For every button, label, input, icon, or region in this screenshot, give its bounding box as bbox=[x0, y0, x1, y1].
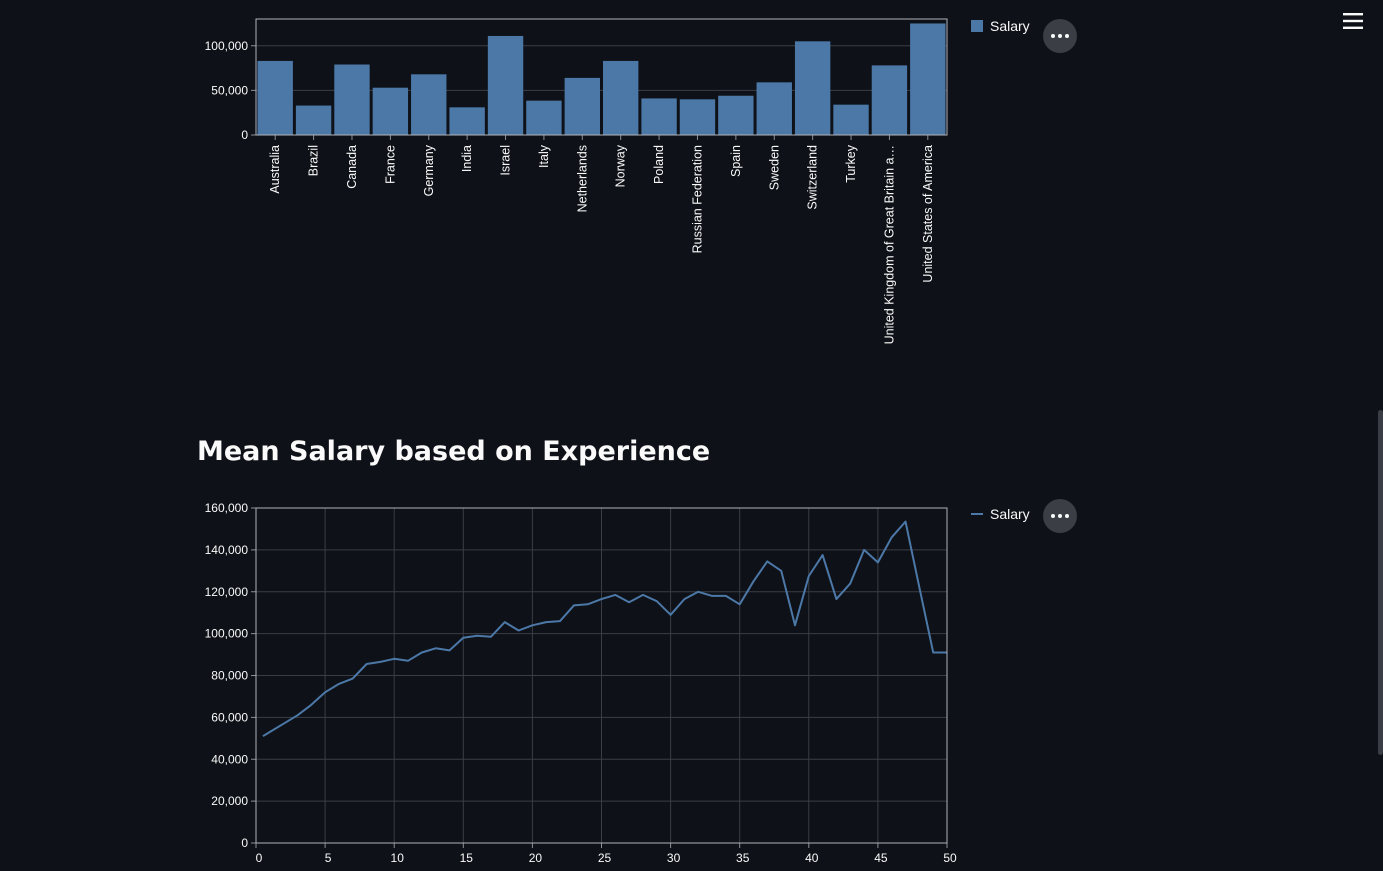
legend-line-swatch bbox=[971, 513, 983, 515]
bar-legend-label: Salary bbox=[990, 18, 1030, 34]
bar bbox=[910, 23, 946, 135]
line-y-tick-label: 80,000 bbox=[211, 669, 248, 683]
more-dot bbox=[1065, 34, 1069, 38]
bar-x-tick-label: United Kingdom of Great Britain a… bbox=[882, 145, 896, 344]
line-x-tick-label: 0 bbox=[256, 851, 263, 865]
bar-x-tick-label: Italy bbox=[537, 144, 551, 168]
line-x-tick-label: 50 bbox=[943, 851, 957, 865]
line-y-tick-label: 20,000 bbox=[211, 794, 248, 808]
bar-x-tick-label: Israel bbox=[499, 145, 513, 176]
line-x-tick-label: 5 bbox=[325, 851, 332, 865]
bar-x-tick-label: Brazil bbox=[307, 145, 321, 176]
bar bbox=[564, 77, 600, 135]
bar bbox=[257, 60, 293, 135]
line-x-tick-label: 45 bbox=[874, 851, 888, 865]
line-chart-heading: Mean Salary based on Experience bbox=[197, 436, 711, 467]
bar-x-tick-label: India bbox=[460, 145, 474, 172]
bar bbox=[833, 104, 869, 135]
line-chart-more-button[interactable] bbox=[1043, 499, 1077, 533]
bar bbox=[372, 87, 409, 135]
app-page: 0 50,000 100,000 Australia Brazil Canada Franc… bbox=[0, 0, 1383, 871]
line-y-tick-label: 0 bbox=[241, 836, 248, 850]
line-y-tick-label: 120,000 bbox=[205, 585, 249, 599]
bar-y-tick-label: 50,000 bbox=[211, 83, 248, 97]
line-x-tick-label: 35 bbox=[736, 851, 750, 865]
line-x-tick-label: 40 bbox=[805, 851, 819, 865]
line-chart-legend: Salary bbox=[971, 506, 1030, 522]
bar-chart-legend: Salary bbox=[971, 18, 1030, 34]
bar bbox=[871, 65, 908, 135]
more-dot bbox=[1051, 34, 1055, 38]
line-x-tick-label: 15 bbox=[460, 851, 474, 865]
bar-x-tick-label: France bbox=[383, 145, 397, 184]
salary-line bbox=[262, 520, 947, 738]
bar-x-tick-label: Poland bbox=[652, 145, 666, 184]
line-x-tick-label: 20 bbox=[529, 851, 543, 865]
bar-x-tick-label: Germany bbox=[422, 144, 436, 196]
bar bbox=[449, 107, 485, 135]
legend-swatch bbox=[971, 20, 983, 32]
bar-x-tick-label: Switzerland bbox=[806, 145, 820, 210]
bar bbox=[526, 100, 562, 135]
bar-x-tick-label: Netherlands bbox=[575, 145, 589, 212]
bar bbox=[334, 64, 370, 135]
bar bbox=[756, 82, 792, 135]
bar-x-tick-label: United States of America bbox=[921, 145, 935, 283]
page-scrollbar[interactable] bbox=[1378, 410, 1383, 755]
line-y-tick-label: 160,000 bbox=[205, 501, 249, 515]
line-y-tick-label: 140,000 bbox=[205, 543, 249, 557]
bar-x-tick-label: Australia bbox=[268, 145, 282, 194]
more-dot bbox=[1065, 514, 1069, 518]
bar bbox=[641, 98, 677, 135]
bar-x-tick-label: Russian Federation bbox=[690, 145, 704, 253]
bar bbox=[487, 35, 524, 136]
line-chart: 0 20,000 40,000 60,000 80,000 100,000 120,000 1… bbox=[205, 501, 957, 865]
bar bbox=[603, 60, 639, 135]
bar-x-tick-label: Spain bbox=[729, 145, 743, 177]
more-dot bbox=[1051, 514, 1055, 518]
more-dot bbox=[1058, 34, 1062, 38]
bar-x-tick-label: Canada bbox=[345, 145, 359, 189]
bar-chart-more-button[interactable] bbox=[1043, 19, 1077, 53]
line-y-tick-label: 40,000 bbox=[211, 752, 248, 766]
line-y-tick-label: 100,000 bbox=[205, 627, 249, 641]
bar-x-tick-label: Turkey bbox=[844, 144, 858, 182]
line-legend-label: Salary bbox=[990, 506, 1030, 522]
hamburger-menu-icon bbox=[1343, 13, 1363, 29]
bar-x-tick-label: Norway bbox=[614, 144, 628, 187]
bar bbox=[718, 95, 754, 135]
more-dot bbox=[1058, 514, 1062, 518]
line-x-tick-label: 25 bbox=[598, 851, 612, 865]
line-x-tick-label: 10 bbox=[391, 851, 405, 865]
hamburger-menu-button[interactable] bbox=[1340, 8, 1366, 34]
bar bbox=[794, 41, 831, 135]
bar bbox=[411, 74, 447, 135]
line-y-tick-label: 60,000 bbox=[211, 710, 248, 724]
bar-x-tick-label: Sweden bbox=[767, 145, 781, 190]
bar-chart: 0 50,000 100,000 Australia Brazil Canada Franc… bbox=[205, 18, 948, 344]
bar-y-tick-label: 0 bbox=[241, 128, 248, 142]
bar bbox=[679, 99, 716, 135]
bar bbox=[295, 105, 332, 135]
bar-y-tick-label: 100,000 bbox=[205, 39, 249, 53]
line-x-tick-label: 30 bbox=[667, 851, 681, 865]
